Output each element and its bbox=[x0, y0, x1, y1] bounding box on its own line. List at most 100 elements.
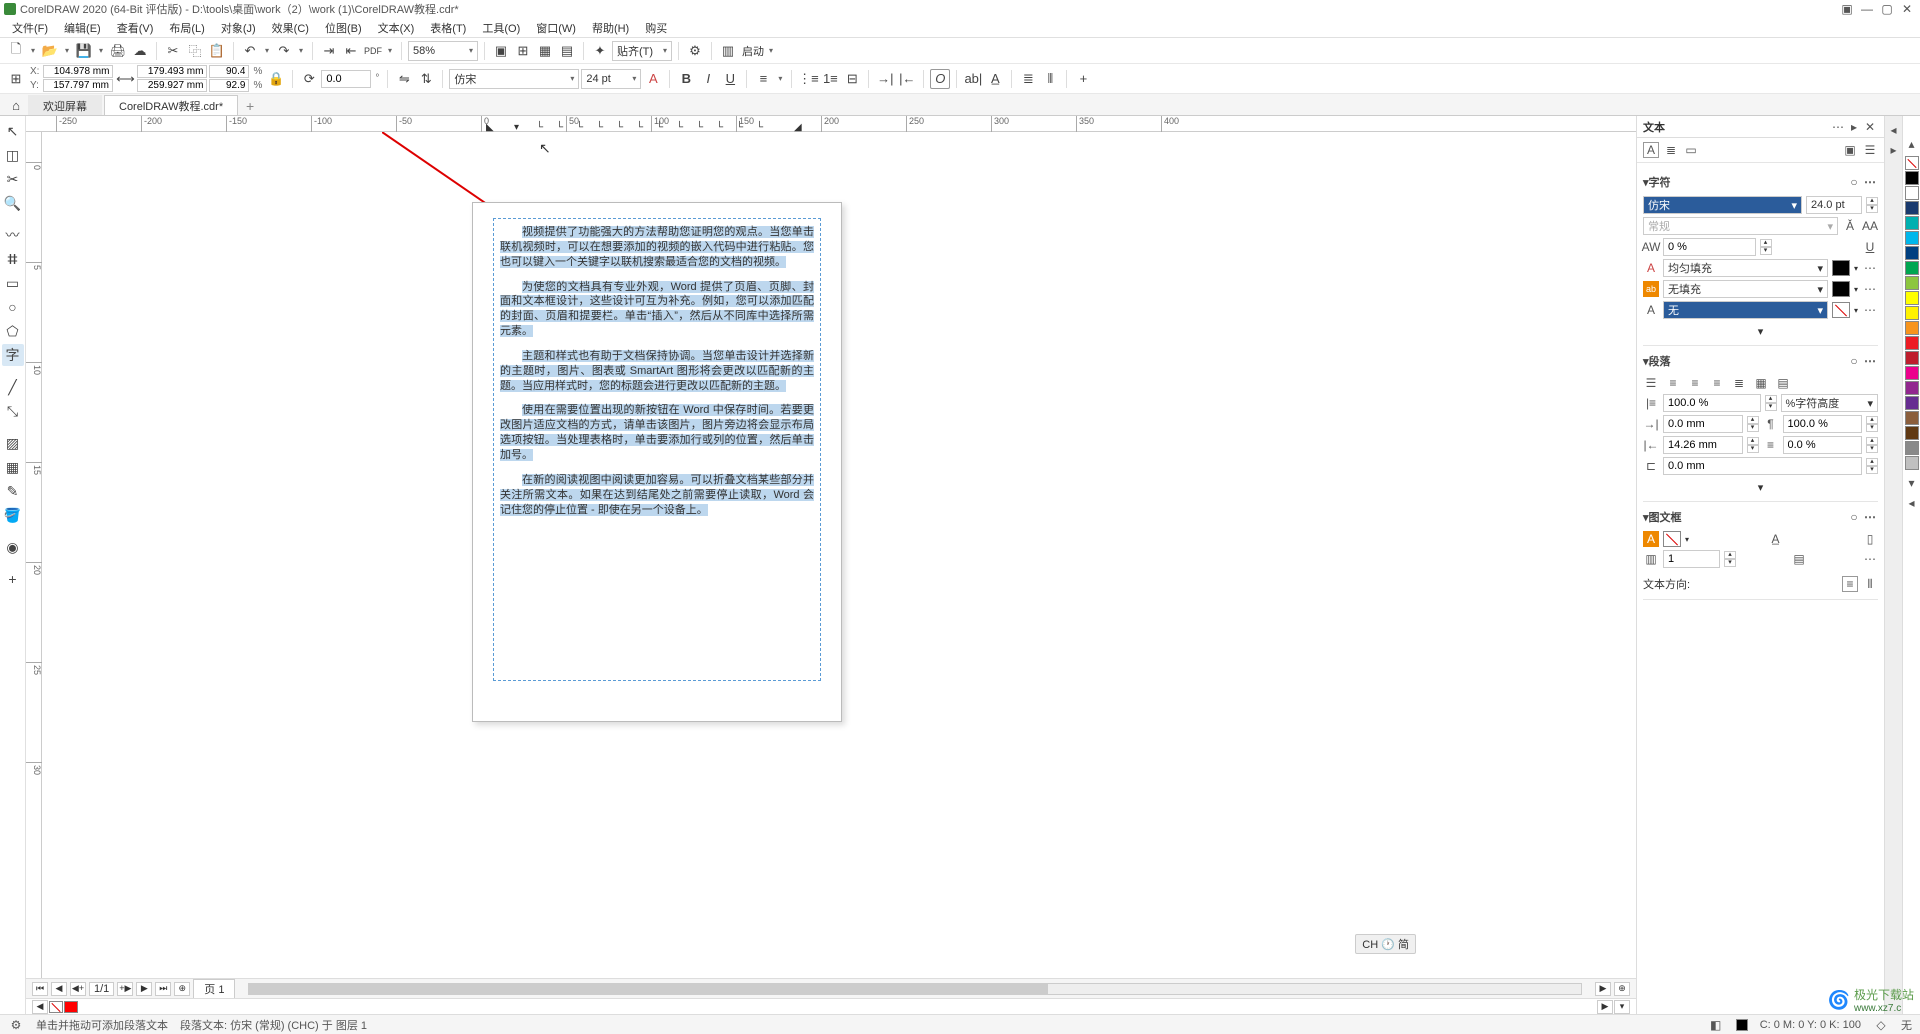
save-icon[interactable]: 💾 bbox=[74, 41, 94, 61]
snap-combo[interactable]: 贴齐(T)▾ bbox=[612, 41, 672, 61]
bg-mode-combo[interactable]: 无▾ bbox=[1663, 301, 1828, 319]
menu-tools[interactable]: 工具(O) bbox=[474, 18, 528, 38]
fill-indicator-icon[interactable]: ◧ bbox=[1708, 1017, 1724, 1033]
size-up-icon[interactable]: ▴ bbox=[1866, 197, 1878, 205]
rulers-icon[interactable]: ▤ bbox=[557, 41, 577, 61]
palette-swatch[interactable] bbox=[1905, 261, 1919, 275]
kern-down-icon[interactable]: ▾ bbox=[1760, 247, 1772, 255]
scale-y-input[interactable] bbox=[209, 79, 249, 92]
page-tab-1[interactable]: 页 1 bbox=[193, 979, 235, 999]
frame-panel-tab-icon[interactable]: ▭ bbox=[1683, 142, 1699, 158]
connector-icon[interactable]: ⤡ bbox=[2, 400, 24, 422]
text-direction-v-icon[interactable]: ⦀ bbox=[1040, 69, 1060, 89]
columns-more-icon[interactable]: ⋯ bbox=[1862, 551, 1878, 567]
bg-more-icon[interactable]: ⋯ bbox=[1862, 302, 1878, 318]
direction-h-icon[interactable]: ≡ bbox=[1842, 576, 1858, 592]
underline-icon[interactable]: U bbox=[720, 69, 740, 89]
transparency-icon[interactable]: ▦ bbox=[2, 456, 24, 478]
no-color-swatch[interactable] bbox=[1905, 156, 1919, 170]
hscrollbar[interactable] bbox=[248, 983, 1582, 995]
direction-v-icon[interactable]: ⦀ bbox=[1862, 576, 1878, 592]
bullets-icon[interactable]: ⋮≡ bbox=[798, 69, 818, 89]
fill-color-swatch[interactable] bbox=[1832, 260, 1850, 276]
section-character[interactable]: ▾ 字符○⋯ bbox=[1643, 171, 1878, 193]
kerning-input[interactable] bbox=[1663, 238, 1756, 256]
pagenav-last-icon[interactable]: ⏭ bbox=[155, 982, 171, 996]
palette-swatch[interactable] bbox=[1905, 276, 1919, 290]
script-icon[interactable]: Ǎ bbox=[1842, 218, 1858, 234]
add-prop-icon[interactable]: + bbox=[1073, 69, 1093, 89]
palette-swatch[interactable] bbox=[1905, 366, 1919, 380]
palette-swatch[interactable] bbox=[1905, 441, 1919, 455]
hscroll-right-icon[interactable]: ▶ bbox=[1595, 982, 1611, 996]
rotation-input[interactable] bbox=[321, 70, 371, 88]
section-help-icon[interactable]: ⋯ bbox=[1862, 509, 1878, 525]
y-input[interactable] bbox=[43, 79, 113, 92]
size-down-icon[interactable]: ▾ bbox=[1866, 205, 1878, 213]
tab-welcome[interactable]: 欢迎屏幕 bbox=[28, 95, 102, 115]
new-doc-icon[interactable]: 🗋 bbox=[6, 41, 26, 61]
open-dd[interactable]: ▾ bbox=[62, 41, 72, 61]
ime-indicator[interactable]: CH 🕐 简 bbox=[1355, 934, 1416, 954]
palette-swatch[interactable] bbox=[1905, 351, 1919, 365]
font-combo[interactable]: 仿宋▾ bbox=[449, 69, 579, 89]
options-icon[interactable]: ⚙ bbox=[685, 41, 705, 61]
columns-equal-icon[interactable]: ▤ bbox=[1791, 551, 1807, 567]
artistic-tool-icon[interactable]: ⵌ bbox=[2, 248, 24, 270]
pagenav-next-icon[interactable]: ▶ bbox=[136, 982, 152, 996]
outline-more-icon[interactable]: ⋯ bbox=[1862, 281, 1878, 297]
shadow-tool-icon[interactable]: ▨ bbox=[2, 432, 24, 454]
export-icon[interactable]: ⇤ bbox=[341, 41, 361, 61]
pdf-icon[interactable]: PDF bbox=[363, 41, 383, 61]
palette-swatch[interactable] bbox=[1905, 186, 1919, 200]
palette-up-icon[interactable]: ▴ bbox=[1904, 136, 1920, 152]
polygon-tool-icon[interactable]: ⬠ bbox=[2, 320, 24, 342]
horizontal-ruler[interactable]: -250 -200 -150 -100 -50 0 50 100 150 200… bbox=[26, 116, 1636, 132]
side-collapse-icon[interactable]: ▸ bbox=[1886, 142, 1902, 158]
fullscreen-icon[interactable]: ▣ bbox=[491, 41, 511, 61]
spin-down[interactable]: ▾ bbox=[1747, 424, 1759, 432]
docker-more-icon[interactable]: ⋯ bbox=[1830, 119, 1846, 135]
minimize-button[interactable]: — bbox=[1858, 2, 1876, 16]
freehand-tool-icon[interactable]: 〰 bbox=[2, 224, 24, 246]
pagenav-prev-icon[interactable]: ◀ bbox=[51, 982, 67, 996]
section-expand-icon[interactable]: ▾ bbox=[1643, 322, 1878, 341]
fill-tool-icon[interactable]: 🪣 bbox=[2, 504, 24, 526]
palette-swatch[interactable] bbox=[1905, 336, 1919, 350]
hscroll-thumb[interactable] bbox=[249, 984, 1048, 994]
section-options-icon[interactable]: ○ bbox=[1846, 353, 1862, 369]
import-text-icon[interactable]: ▣ bbox=[1842, 142, 1858, 158]
align-justify-panel-icon[interactable]: ≣ bbox=[1731, 375, 1747, 391]
multilevel-icon[interactable]: ⊟ bbox=[842, 69, 862, 89]
align-left-icon[interactable]: ≡ bbox=[753, 69, 773, 89]
char-panel-tab-icon[interactable]: A bbox=[1643, 142, 1659, 158]
section-options-icon[interactable]: ○ bbox=[1846, 509, 1862, 525]
spin-up[interactable]: ▴ bbox=[1866, 458, 1878, 466]
palette-swatch[interactable] bbox=[64, 1001, 78, 1013]
parallel-dim-icon[interactable]: ╱ bbox=[2, 376, 24, 398]
pagenav-add-after-icon[interactable]: +▶ bbox=[117, 982, 133, 996]
settings-icon[interactable]: ▣ bbox=[1838, 2, 1856, 16]
x-input[interactable] bbox=[43, 65, 113, 78]
indent-dec-icon[interactable]: |← bbox=[897, 69, 917, 89]
text-content[interactable]: 视频提供了功能强大的方法帮助您证明您的观点。当您单击联机视频时，可以在想要添加的… bbox=[500, 225, 814, 517]
palette-swatch[interactable] bbox=[1905, 246, 1919, 260]
text-tool-icon[interactable]: 字 bbox=[2, 344, 24, 366]
outline-tool-icon[interactable]: ◉ bbox=[2, 536, 24, 558]
space-before-input[interactable] bbox=[1783, 436, 1863, 454]
outline-color-swatch[interactable] bbox=[1832, 281, 1850, 297]
nav-pan-icon[interactable]: ⊕ bbox=[1614, 982, 1630, 996]
align-full-panel-icon[interactable]: ▦ bbox=[1753, 375, 1769, 391]
section-expand-icon[interactable]: ▾ bbox=[1643, 478, 1878, 497]
frame-wrap-icon[interactable]: ▯ bbox=[1862, 531, 1878, 547]
maximize-button[interactable]: ▢ bbox=[1878, 2, 1896, 16]
palette-swatch[interactable] bbox=[1905, 231, 1919, 245]
menu-layout[interactable]: 布局(L) bbox=[161, 18, 212, 38]
align-left-panel-icon[interactable]: ≡ bbox=[1665, 375, 1681, 391]
palette-swatch[interactable] bbox=[1905, 411, 1919, 425]
text-direction-h-icon[interactable]: ≣ bbox=[1018, 69, 1038, 89]
crop-tool-icon[interactable]: ✂ bbox=[2, 168, 24, 190]
panel-size-combo[interactable]: 24.0 pt bbox=[1806, 196, 1862, 214]
guides-icon[interactable]: ▦ bbox=[535, 41, 555, 61]
palette-expand-icon[interactable]: ◂ bbox=[1904, 495, 1920, 511]
